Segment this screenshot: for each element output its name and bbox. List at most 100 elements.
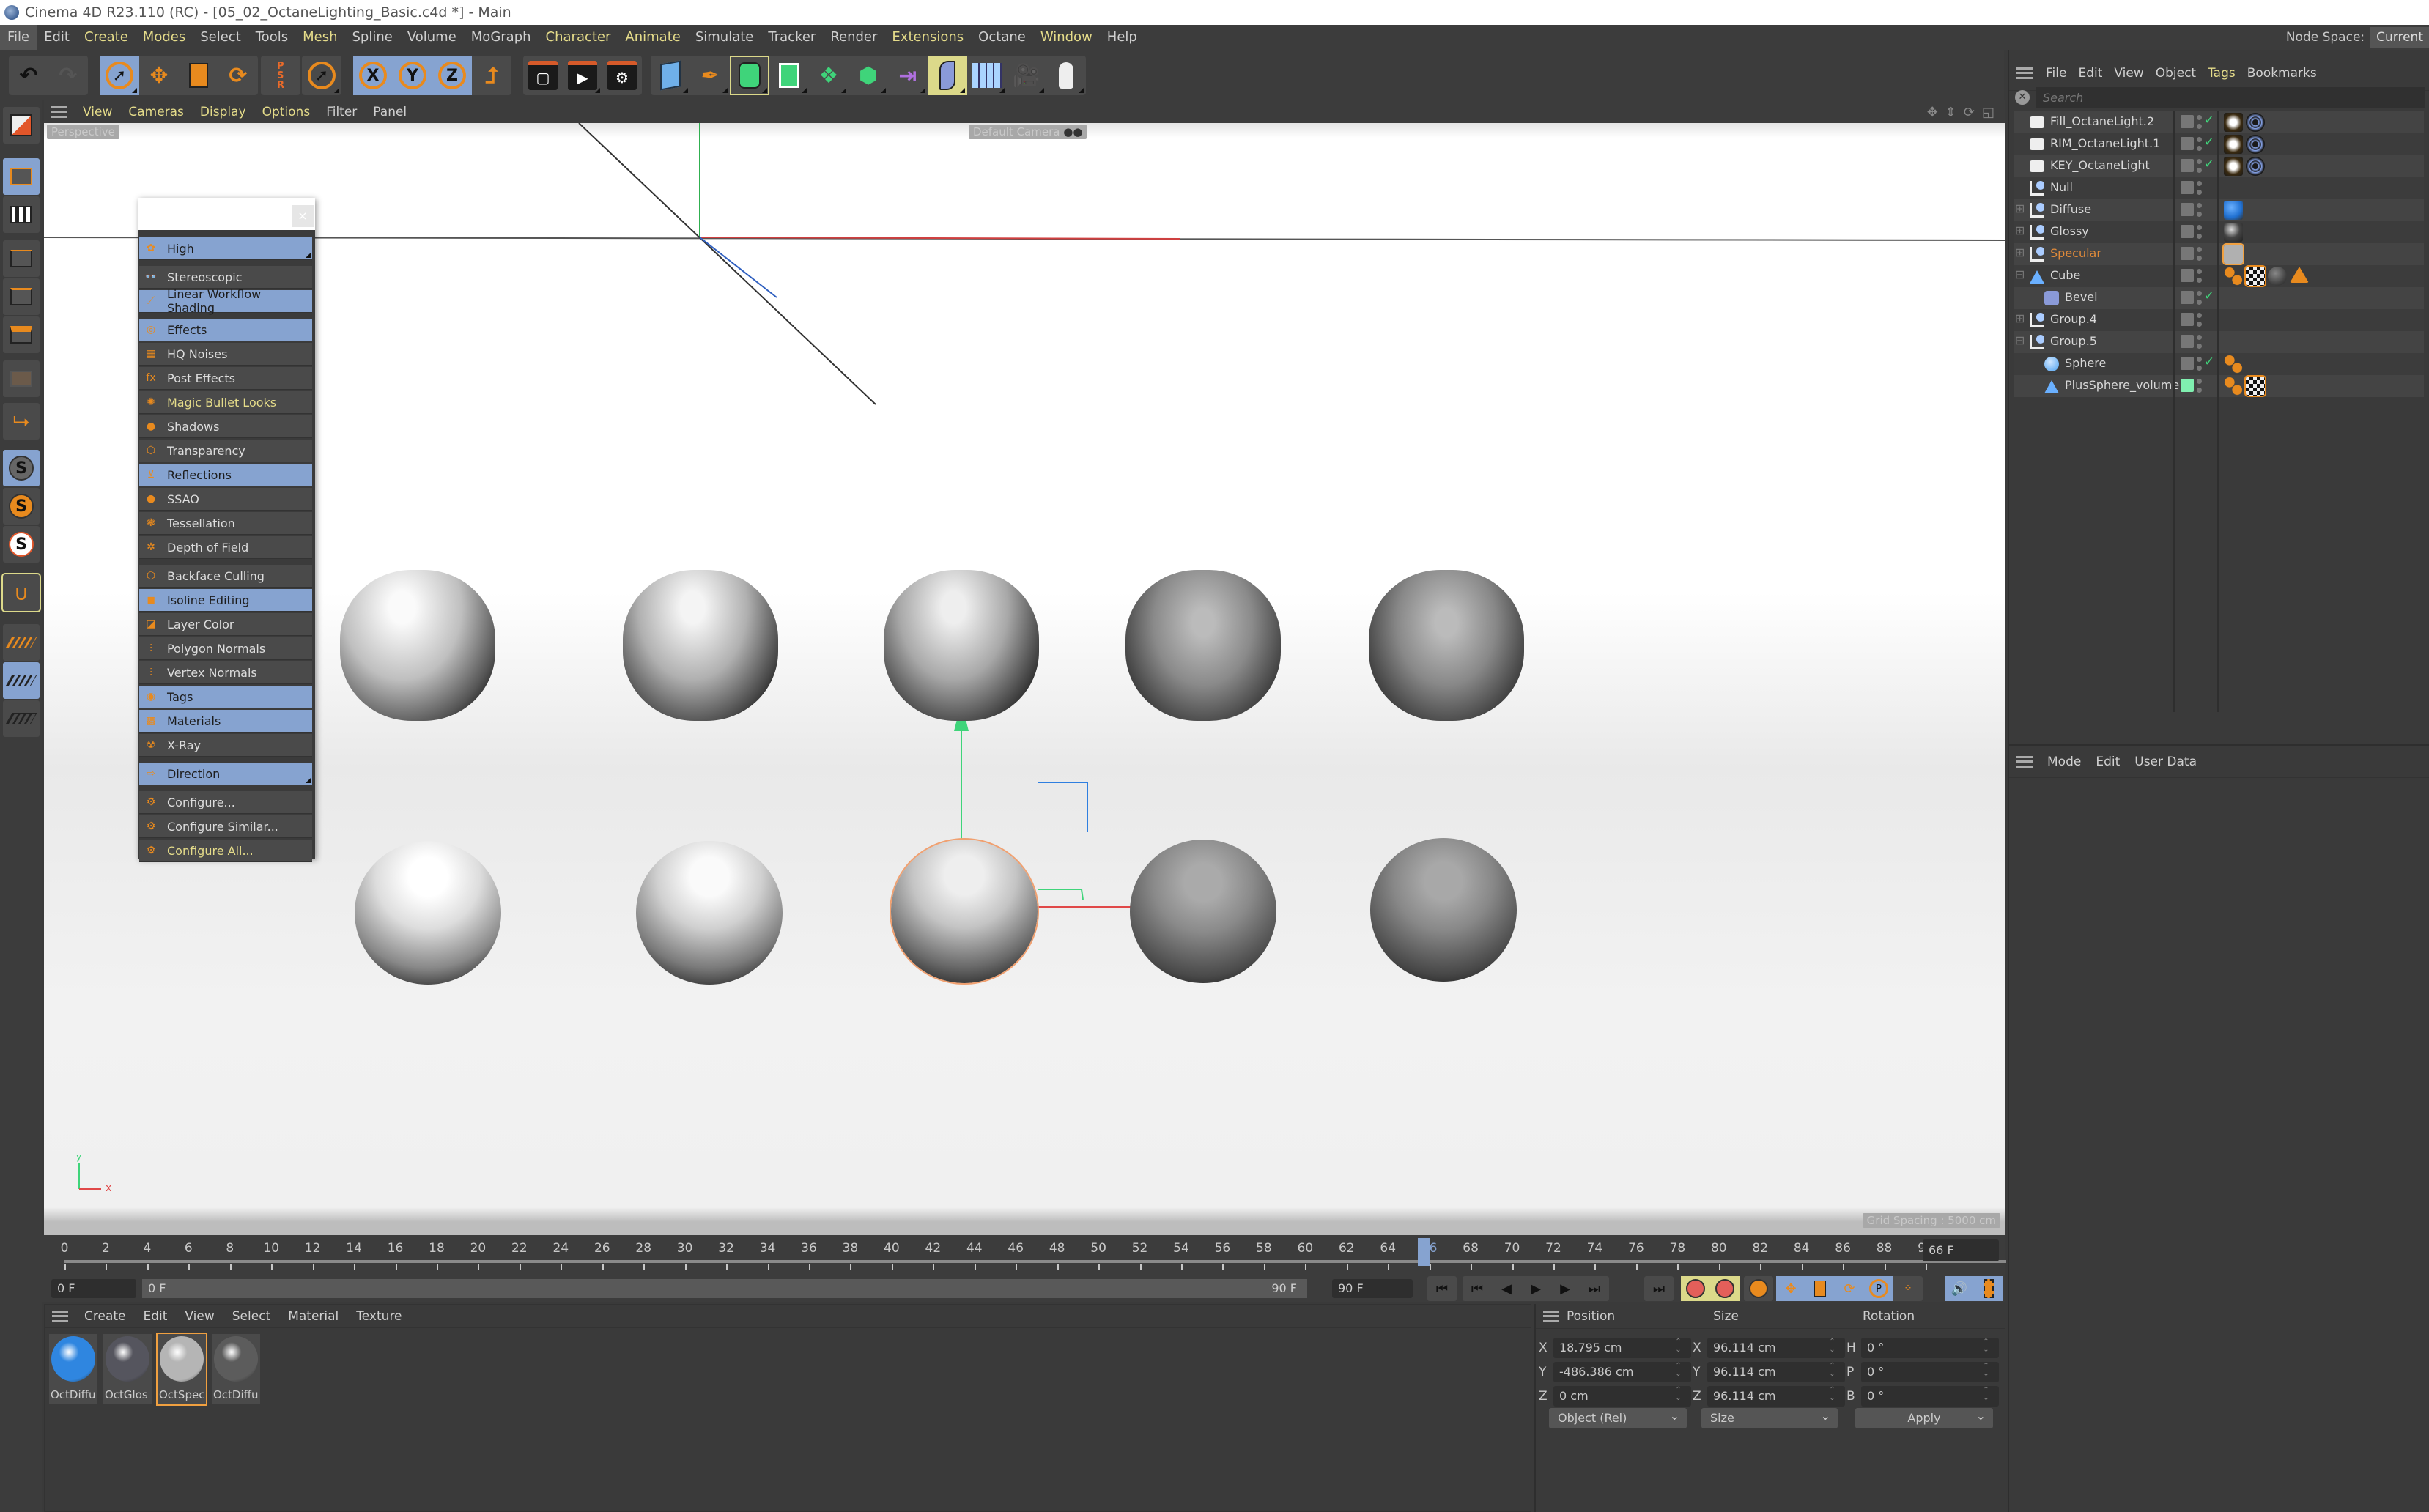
rotation-track-button[interactable]: ⟳ [1835,1276,1864,1301]
material-swatch[interactable]: OctSpec [156,1333,207,1406]
layer-visibility-toggle[interactable] [2181,269,2194,282]
layer-visibility-toggle[interactable] [2181,137,2194,150]
viewport-menu-filter[interactable]: Filter [318,105,365,119]
sphere-2[interactable] [636,841,783,985]
object-manager-hamburger-icon[interactable] [2016,67,2033,79]
end-frame-field[interactable]: 90 F [1332,1279,1413,1298]
uvw-tag-icon[interactable] [2244,375,2266,397]
object-search-input[interactable] [2036,87,2425,108]
enabled-check-icon[interactable]: ✓ [2204,289,2214,303]
scale-track-button[interactable] [1805,1276,1835,1301]
maximize-view-icon[interactable]: ◱ [1982,105,1994,120]
viewport-menu-panel[interactable]: Panel [365,105,415,119]
editor-render-visibility-dots[interactable] [2197,158,2203,175]
clear-search-icon[interactable]: ✕ [2015,90,2030,105]
attribute-menu-mode[interactable]: Mode [2040,755,2088,769]
object-row-plussphere-volume[interactable]: PlusSphere_volume [2014,375,2424,397]
menu-mesh[interactable]: Mesh [295,25,344,50]
previous-frame-button[interactable]: ◀ [1492,1276,1521,1301]
material-glossy-tag-icon[interactable] [2224,223,2243,242]
menu-create[interactable]: Create [77,25,136,50]
sphere-3-selected[interactable] [890,838,1039,985]
menu-edit[interactable]: Edit [37,25,77,50]
menu-volume[interactable]: Volume [400,25,464,50]
display-menu-item-shadows[interactable]: ● Shadows [139,415,312,438]
display-menu-item-transparency[interactable]: ⬡ Transparency [139,440,312,462]
solo-hierarchy-button[interactable]: S [3,526,40,563]
light-tag-icon[interactable] [2224,135,2243,154]
material-menu-edit[interactable]: Edit [135,1309,177,1324]
size-x-field[interactable]: 96.114 cm [1707,1338,1845,1358]
editor-render-visibility-dots[interactable] [2197,223,2203,241]
coordinate-mode-select[interactable]: Object (Rel) [1549,1406,1687,1428]
cloner-button[interactable]: ❖ [809,56,849,95]
start-frame-field[interactable]: 0 F [51,1279,136,1298]
expand-icon[interactable]: ⊞ [2015,223,2025,237]
model-mode-button[interactable] [3,158,40,195]
current-frame-field[interactable]: 66 F [1923,1239,1999,1261]
goto-start-button[interactable]: ⏮ [1427,1276,1457,1301]
viewport-menu-display[interactable]: Display [192,105,254,119]
autokey-button[interactable] [1710,1276,1740,1301]
display-menu-item-stereoscopic[interactable]: 👓 Stereoscopic [139,266,312,289]
object-row-fill-octanelight-2[interactable]: Fill_OctaneLight.2 ✓ [2014,111,2424,133]
display-menu-item-linear-workflow-shading[interactable]: ⟋ Linear Workflow Shading [139,287,312,315]
layer-visibility-toggle[interactable] [2181,335,2194,348]
apply-button[interactable]: Apply [1855,1406,1993,1428]
texture-mode-button[interactable] [3,196,40,233]
display-menu-item-vertex-normals[interactable]: ⫶ Vertex Normals [139,662,312,684]
object-row-cube[interactable]: ⊟ Cube [2014,265,2424,287]
display-menu-item-hq-noises[interactable]: ▦ HQ Noises [139,343,312,366]
orbit-icon[interactable]: ⟳ [1964,105,1975,120]
warning-tag-icon[interactable] [2290,267,2309,283]
dolly-icon[interactable]: ⇕ [1945,105,1956,120]
editor-render-visibility-dots[interactable] [2197,289,2203,307]
display-menu-item-layer-color[interactable]: ◪ Layer Color [139,613,312,636]
object-row-diffuse[interactable]: ⊞ Diffuse [2014,199,2424,221]
display-menu-item-configure[interactable]: ⚙ Configure... [139,791,312,814]
menu-character[interactable]: Character [539,25,618,50]
display-menu-item-x-ray[interactable]: ☢ X-Ray [139,734,312,757]
menu-select[interactable]: Select [193,25,248,50]
material-specular-tag-icon[interactable] [2222,243,2244,265]
viewport-menu-view[interactable]: View [75,105,120,119]
material-menu-view[interactable]: View [176,1309,223,1324]
menu-octane[interactable]: Octane [971,25,1033,50]
expand-icon[interactable]: ⊞ [2015,311,2025,325]
edges-mode-button[interactable] [3,278,40,315]
display-menu-item-polygon-normals[interactable]: ⫶ Polygon Normals [139,637,312,660]
editor-render-visibility-dots[interactable] [2197,377,2203,395]
polygons-mode-button[interactable] [3,316,40,353]
record-active-button[interactable] [1681,1276,1710,1301]
preview-range-slider[interactable]: 0 F 90 F [142,1279,1307,1298]
menu-tools[interactable]: Tools [248,25,295,50]
material-hamburger-icon[interactable] [52,1310,68,1322]
menu-window[interactable]: Window [1033,25,1100,50]
layer-visibility-toggle[interactable] [2181,159,2194,172]
object-row-group-4[interactable]: ⊞ Group.4 [2014,309,2424,331]
layer-visibility-toggle[interactable] [2181,181,2194,194]
phong-tag-icon[interactable] [2224,267,2243,286]
editor-render-visibility-dots[interactable] [2197,245,2203,263]
symmetry-button[interactable]: ⇥ [888,56,928,95]
layer-visibility-toggle[interactable] [2181,291,2194,304]
next-frame-button[interactable]: ▶ [1550,1276,1580,1301]
solo-off-button[interactable]: S [3,450,40,486]
object-row-null[interactable]: Null [2014,177,2424,199]
bend-deformer-button[interactable] [928,56,967,95]
enabled-check-icon[interactable]: ✓ [2204,113,2214,127]
display-menu-item-tags[interactable]: ◉ Tags [139,686,312,708]
target-tag-icon[interactable] [2246,135,2265,154]
floor-button[interactable] [967,56,1007,95]
rotation-h-field[interactable]: 0 ° [1861,1338,1999,1358]
layer-visibility-toggle[interactable] [2181,225,2194,238]
display-menu-item-effects[interactable]: ◎ Effects [139,319,312,341]
beveled-cube-3[interactable] [884,570,1039,721]
material-swatch[interactable]: OctDiffu [49,1334,97,1404]
material-blue-tag-icon[interactable] [2224,201,2243,220]
position-y-field[interactable]: -486.386 cm [1553,1362,1691,1382]
cube-button[interactable] [651,56,690,95]
editor-render-visibility-dots[interactable] [2197,179,2203,197]
layer-visibility-toggle[interactable] [2181,203,2194,216]
points-mode-button[interactable] [3,240,40,277]
